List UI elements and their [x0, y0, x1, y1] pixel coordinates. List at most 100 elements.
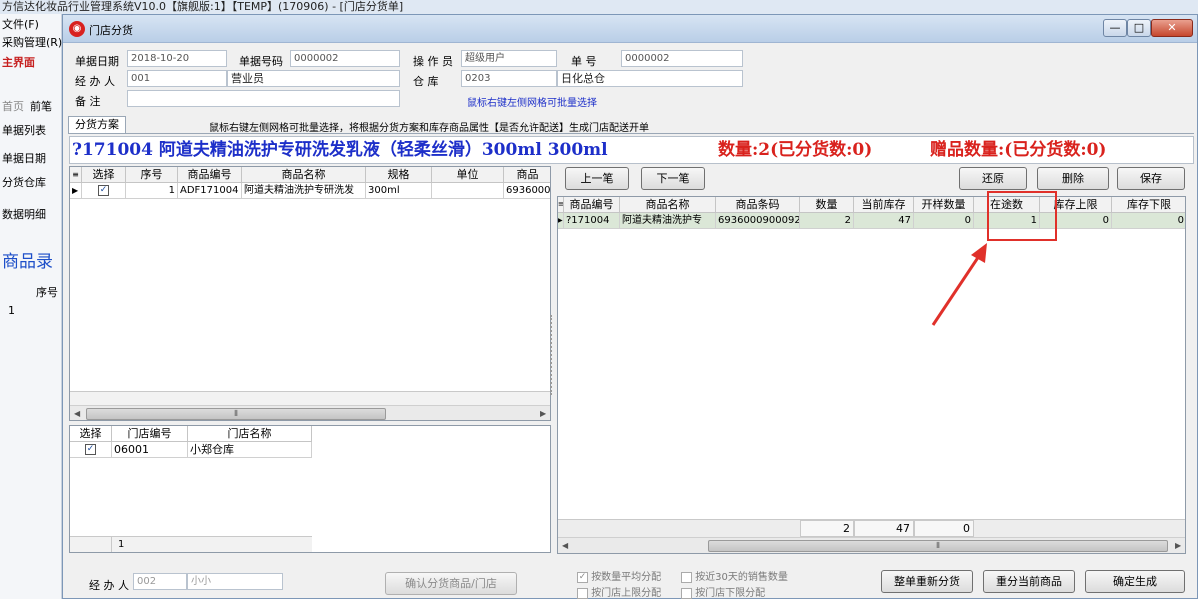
- warehouse-code-field[interactable]: 0203: [461, 70, 557, 87]
- date-field[interactable]: 2018-10-20: [127, 50, 227, 67]
- checkbox-icon[interactable]: [681, 571, 692, 583]
- option-avg-label: 按数量平均分配: [591, 572, 662, 583]
- table-cell-code[interactable]: ?171004: [564, 213, 620, 229]
- store-col-code[interactable]: 门店编号: [112, 426, 188, 442]
- nav-prev[interactable]: 前笔: [28, 98, 62, 116]
- table-cell-unit[interactable]: [432, 183, 504, 199]
- scroll-right-icon[interactable]: ▶: [540, 409, 546, 418]
- list-title[interactable]: 单据列表: [0, 122, 62, 140]
- table-cell-name[interactable]: 阿道夫精油洗护专研洗发: [242, 183, 366, 199]
- option-lower-limit[interactable]: 按门店下限分配: [681, 584, 765, 599]
- checkbox-icon[interactable]: ✓: [98, 184, 109, 196]
- tab-divider: [68, 133, 1194, 134]
- right-grid-scrollbar[interactable]: ◀ ⦀ ▶: [558, 537, 1185, 553]
- table-cell-sample[interactable]: 0: [914, 213, 974, 229]
- redistribute-all-button[interactable]: 整单重新分货: [881, 570, 973, 593]
- option-recent-label: 按近30天的销售数量: [695, 572, 788, 583]
- store-row-checkbox[interactable]: ✓: [70, 442, 112, 458]
- store-grid: 选择 门店编号 门店名称 ✓ 06001 小郑仓库 1: [69, 425, 551, 553]
- next-record-button[interactable]: 下一笔: [641, 167, 705, 190]
- table-cell-barcode[interactable]: 6936000: [504, 183, 550, 199]
- col-code[interactable]: 商品编号: [564, 197, 620, 213]
- table-cell-lower[interactable]: 0: [1112, 213, 1185, 229]
- left-grid-footer: [70, 391, 550, 405]
- data-detail-tab[interactable]: 数据明细: [0, 206, 62, 224]
- right-click-hint: 鼠标右键左侧网格可批量选择: [467, 98, 597, 109]
- close-button[interactable]: ✕: [1151, 19, 1193, 37]
- table-cell-spec[interactable]: 300ml: [366, 183, 432, 199]
- confirm-products-stores-button[interactable]: 确认分货商品/门店: [385, 572, 517, 595]
- footer-handler-label: 经 办 人: [89, 579, 129, 592]
- row-indicator-header: ≡: [70, 167, 82, 183]
- left-grid-scrollbar[interactable]: ◀ ⦀ ▶: [70, 405, 550, 420]
- col-product-name[interactable]: 商品名称: [242, 167, 366, 183]
- delete-button[interactable]: 删除: [1037, 167, 1109, 190]
- option-recent-30[interactable]: 按近30天的销售数量: [681, 568, 788, 583]
- scroll-right-icon[interactable]: ▶: [1175, 541, 1181, 550]
- col-name[interactable]: 商品名称: [620, 197, 716, 213]
- redistribute-current-button[interactable]: 重分当前商品: [983, 570, 1075, 593]
- confirm-generate-button[interactable]: 确定生成: [1085, 570, 1185, 593]
- summary-qty: 数量:2(已分货数:0): [718, 140, 873, 160]
- col-sample-qty[interactable]: 开样数量: [914, 197, 974, 213]
- home-tab[interactable]: 主界面: [0, 54, 62, 72]
- warehouse-label: 仓 库: [413, 75, 439, 88]
- remark-field[interactable]: [127, 90, 400, 107]
- remark-label: 备 注: [75, 95, 101, 108]
- col-unit[interactable]: 单位: [432, 167, 504, 183]
- store-col-select[interactable]: 选择: [70, 426, 112, 442]
- pane-splitter[interactable]: [550, 315, 554, 395]
- warehouse-name-field[interactable]: 日化总仓: [557, 70, 743, 87]
- minimize-button[interactable]: —: [1103, 19, 1127, 37]
- checkbox-icon[interactable]: [577, 587, 588, 599]
- option-avg-by-qty[interactable]: ✓ 按数量平均分配: [577, 568, 661, 583]
- col-stock[interactable]: 当前库存: [854, 197, 914, 213]
- menu-file[interactable]: 文件(F): [0, 16, 62, 34]
- scroll-left-icon[interactable]: ◀: [74, 409, 80, 418]
- handler-code-field[interactable]: 001: [127, 70, 227, 87]
- menu-purchase[interactable]: 采购管理(R): [0, 34, 62, 52]
- maximize-button[interactable]: □: [1127, 19, 1151, 37]
- checkbox-icon[interactable]: [681, 587, 692, 599]
- field-date-label: 单据日期: [2, 152, 46, 165]
- scrollbar-thumb[interactable]: ⦀: [86, 408, 386, 420]
- app-logo-icon: ◉: [69, 21, 85, 37]
- table-cell-code[interactable]: ADF171004: [178, 183, 242, 199]
- col-stock-lower[interactable]: 库存下限: [1112, 197, 1185, 213]
- table-cell-stock[interactable]: 47: [854, 213, 914, 229]
- col-barcode[interactable]: 商品条码: [716, 197, 800, 213]
- checkbox-icon[interactable]: ✓: [85, 443, 96, 455]
- restore-button[interactable]: 还原: [959, 167, 1027, 190]
- tab-distribution-plan[interactable]: 分货方案: [68, 116, 126, 134]
- store-cell-name[interactable]: 小郑仓库: [188, 442, 312, 458]
- table-cell-seq[interactable]: 1: [126, 183, 178, 199]
- col-spec[interactable]: 规格: [366, 167, 432, 183]
- number-field[interactable]: 0000002: [621, 50, 743, 67]
- footer-handler-code[interactable]: 002: [133, 573, 187, 590]
- option-upper-limit[interactable]: 按门店上限分配: [577, 584, 661, 599]
- store-cell-code[interactable]: 06001: [112, 442, 188, 458]
- save-button[interactable]: 保存: [1117, 167, 1185, 190]
- prev-record-button[interactable]: 上一笔: [565, 167, 629, 190]
- checkbox-icon[interactable]: ✓: [577, 571, 588, 583]
- col-seq[interactable]: 序号: [126, 167, 178, 183]
- product-summary-line: ?171004 阿道夫精油洗护专研洗发乳液（轻柔丝滑）300ml 300ml 数…: [69, 136, 1194, 164]
- background-app-strip: 文件(F) 采购管理(R) 主界面 首页 前笔 单据列表 单据日期 分货仓库 数…: [0, 14, 62, 599]
- footer-handler-name[interactable]: 小小: [187, 573, 283, 590]
- handler-name-field[interactable]: 营业员: [227, 70, 400, 87]
- col-product-code[interactable]: 商品编号: [178, 167, 242, 183]
- docno-field[interactable]: 0000002: [290, 50, 400, 67]
- table-cell-barcode[interactable]: 6936000900092: [716, 213, 800, 229]
- table-cell-qty[interactable]: 2: [800, 213, 854, 229]
- scroll-left-icon[interactable]: ◀: [562, 541, 568, 550]
- table-cell-name[interactable]: 阿道夫精油洗护专: [620, 213, 716, 229]
- operator-field[interactable]: 超级用户: [461, 50, 557, 67]
- table-row-checkbox[interactable]: ✓: [82, 183, 126, 199]
- store-col-name[interactable]: 门店名称: [188, 426, 312, 442]
- col-barcode[interactable]: 商品: [504, 167, 550, 183]
- store-footer-count: 1: [112, 536, 312, 552]
- col-select[interactable]: 选择: [82, 167, 126, 183]
- store-footer-blank: [70, 536, 112, 552]
- scrollbar-thumb[interactable]: ⦀: [708, 540, 1168, 552]
- col-qty[interactable]: 数量: [800, 197, 854, 213]
